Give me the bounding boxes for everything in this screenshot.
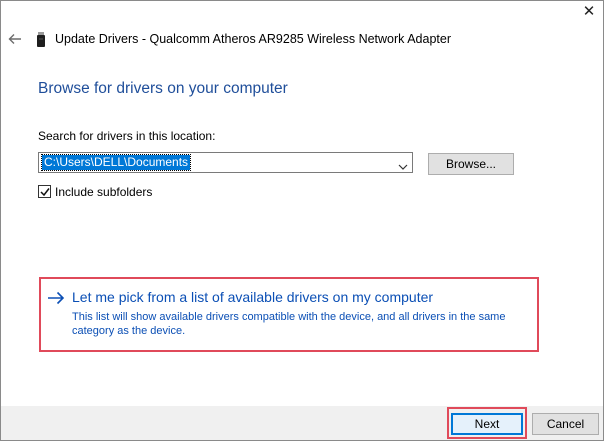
chevron-down-icon[interactable]: [398, 158, 408, 170]
next-button[interactable]: Next: [451, 413, 523, 435]
cancel-button[interactable]: Cancel: [532, 413, 599, 435]
include-subfolders-label[interactable]: Include subfolders: [55, 185, 152, 199]
back-arrow-icon[interactable]: [7, 31, 23, 47]
location-input-value[interactable]: C:\Users\DELL\Documents: [40, 154, 192, 171]
usb-adapter-icon: [37, 32, 45, 47]
page-heading: Browse for drivers on your computer: [38, 80, 288, 97]
arrow-right-icon: [47, 291, 65, 305]
browse-button[interactable]: Browse...: [428, 153, 514, 175]
pick-option-title[interactable]: Let me pick from a list of available dri…: [72, 289, 433, 305]
pick-option-description: This list will show available drivers co…: [72, 311, 506, 337]
update-drivers-window: ✕ Update Drivers - Qualcomm Atheros AR92…: [0, 0, 604, 441]
checkmark-icon: [40, 188, 50, 197]
close-icon[interactable]: ✕: [581, 4, 597, 20]
search-location-label: Search for drivers in this location:: [38, 129, 216, 143]
pick-from-list-option[interactable]: Let me pick from a list of available dri…: [39, 277, 539, 352]
include-subfolders-checkbox[interactable]: [38, 185, 51, 198]
window-title: Update Drivers - Qualcomm Atheros AR9285…: [55, 32, 451, 46]
location-combobox[interactable]: C:\Users\DELL\Documents: [38, 152, 413, 173]
